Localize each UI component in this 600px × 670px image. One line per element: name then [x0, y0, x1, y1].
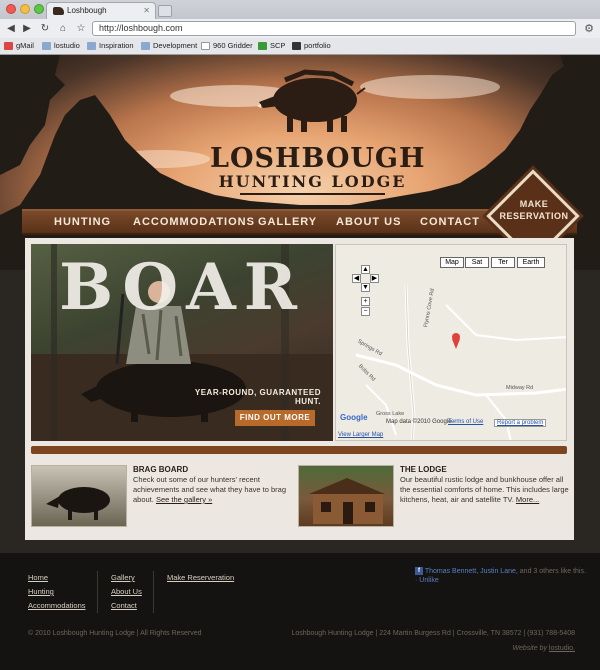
folder-icon — [141, 41, 150, 50]
zoom-in-icon[interactable]: + — [361, 297, 370, 306]
nav-contact[interactable]: CONTACT — [420, 216, 480, 228]
bookmark-star-icon[interactable]: ☆ — [74, 22, 88, 35]
scp-icon — [258, 41, 267, 50]
map-terms-link[interactable]: Terms of Use — [448, 419, 483, 425]
gmail-icon — [4, 41, 13, 50]
address: Loshbough Hunting Lodge | 224 Martin Bur… — [291, 630, 575, 637]
reserve-line1: MAKE — [519, 199, 549, 209]
brag-board-text: Check out some of our hunters' recent ac… — [133, 475, 287, 504]
facebook-like-box: f Thomas Bennett, Justin Lane, and 3 oth… — [415, 567, 590, 585]
tab-strip: Loshbough ✕ — [0, 0, 600, 19]
brag-board-title: BRAG BOARD — [133, 465, 189, 474]
bookmark-960-gridder[interactable]: 960 Gridder — [201, 41, 253, 50]
footer-link-accommodations[interactable]: Accommodations — [28, 601, 86, 610]
nav-gallery[interactable]: GALLERY — [258, 216, 317, 228]
see-gallery-link[interactable]: See the gallery » — [156, 495, 212, 504]
footer-link-contact[interactable]: Contact — [111, 601, 137, 610]
brag-board-photo[interactable] — [31, 465, 127, 527]
minimize-window-button[interactable] — [20, 4, 30, 14]
bookmark-inspiration[interactable]: Inspiration — [87, 41, 134, 50]
toolbar: ◀ ▶ ↻ ⌂ ☆ http://loshbough.com ⚙ — [0, 19, 600, 38]
hero-tagline: YEAR-ROUND, GUARANTEED HUNT. — [194, 388, 321, 406]
fb-friend-names[interactable]: Thomas Bennett, Justin Lane, — [425, 568, 518, 575]
footer-link-make-reservation[interactable]: Make Reserveration — [167, 573, 234, 582]
pan-right-icon[interactable]: ▶ — [370, 274, 379, 283]
reload-icon[interactable]: ↻ — [38, 22, 52, 35]
lodge-title: THE LODGE — [400, 465, 447, 474]
close-tab-icon[interactable]: ✕ — [143, 6, 150, 15]
hero-banner: BOAR YEAR-ROUND, GUARANTEED HUNT. FIND O… — [31, 244, 333, 441]
fb-unlike-link[interactable]: Unlike — [419, 577, 438, 584]
pan-up-icon[interactable]: ▲ — [361, 265, 370, 274]
google-logo: Google — [340, 413, 368, 422]
map-type-map[interactable]: Map — [440, 257, 464, 268]
pan-down-icon[interactable]: ▼ — [361, 283, 370, 292]
boar-favicon-icon — [53, 7, 64, 15]
map-type-earth[interactable]: Earth — [517, 257, 545, 268]
bookmark-gmail[interactable]: gMail — [4, 41, 34, 50]
bookmark-development[interactable]: Development — [141, 41, 197, 50]
browser-chrome: Loshbough ✕ ◀ ▶ ↻ ⌂ ☆ http://loshbough.c… — [0, 0, 600, 55]
website: LOSHBOUGH HUNTING LODGE HUNTING ACCOMMOD… — [0, 55, 600, 670]
bookmarks-bar: gMail lostudio Inspiration Development 9… — [0, 38, 600, 54]
address-bar[interactable]: http://loshbough.com — [92, 21, 576, 36]
map-credit: Map data ©2010 Google - — [386, 419, 456, 425]
lodge-photo[interactable] — [298, 465, 394, 527]
content-panel: BOAR YEAR-ROUND, GUARANTEED HUNT. FIND O… — [25, 238, 574, 540]
reserve-line2: RESERVATION — [499, 211, 569, 221]
folder-icon — [42, 41, 51, 50]
hero-word: BOAR — [59, 250, 305, 325]
bookmark-portfolio[interactable]: portfolio — [292, 41, 331, 50]
section-divider — [31, 446, 567, 454]
boar-logo-icon — [257, 69, 366, 132]
new-tab-button[interactable] — [158, 5, 172, 17]
lodge-text: Our beautiful rustic lodge and bunkhouse… — [400, 475, 569, 504]
bookmark-lostudio[interactable]: lostudio — [42, 41, 80, 50]
forward-arrow-icon[interactable]: ▶ — [20, 22, 34, 35]
page-icon — [201, 41, 210, 50]
view-larger-map-link[interactable]: View Larger Map — [338, 432, 383, 438]
nav-hunting[interactable]: HUNTING — [54, 216, 111, 228]
make-reservation-button[interactable]: MAKE RESERVATION — [494, 198, 574, 222]
footer-separator — [97, 571, 98, 613]
boar-photo — [46, 487, 110, 520]
find-out-more-button[interactable]: FIND OUT MORE — [235, 410, 315, 426]
map-type-sat[interactable]: Sat — [465, 257, 489, 268]
wrench-menu-icon[interactable]: ⚙ — [584, 22, 594, 35]
logo-divider — [240, 193, 385, 195]
website-credit: Website by lostudio. — [512, 645, 575, 652]
nav-about-us[interactable]: ABOUT US — [336, 216, 401, 228]
zoom-window-button[interactable] — [34, 4, 44, 14]
road-label: Midway Rd — [506, 385, 534, 391]
report-problem-link[interactable]: Report a problem — [494, 419, 547, 427]
bookmark-scp[interactable]: SCP — [258, 41, 285, 50]
logo-subtitle: HUNTING LODGE — [218, 172, 407, 191]
footer-link-home[interactable]: Home — [28, 573, 48, 582]
pan-left-icon[interactable]: ◀ — [352, 274, 361, 283]
footer-link-hunting[interactable]: Hunting — [28, 587, 54, 596]
zoom-out-icon[interactable]: − — [361, 307, 370, 316]
copyright: © 2010 Loshbough Hunting Lodge | All Rig… — [28, 630, 202, 637]
back-arrow-icon[interactable]: ◀ — [4, 22, 18, 35]
footer-link-gallery[interactable]: Gallery — [111, 573, 135, 582]
nav-accommodations[interactable]: ACCOMMODATIONS — [133, 216, 255, 228]
lodge-building-image — [309, 478, 385, 524]
tab-title: Loshbough — [67, 6, 107, 15]
close-window-button[interactable] — [6, 4, 16, 14]
portfolio-icon — [292, 41, 301, 50]
lostudio-link[interactable]: lostudio. — [549, 645, 575, 652]
road-label: Gross Lake — [376, 411, 405, 417]
url-text: http://loshbough.com — [99, 23, 183, 33]
site-footer: Home Hunting Accommodations Gallery Abou… — [0, 553, 600, 670]
footer-link-about-us[interactable]: About Us — [111, 587, 142, 596]
browser-tab[interactable]: Loshbough ✕ — [46, 2, 156, 19]
logo-name: LOSHBOUGH — [210, 143, 426, 174]
home-icon[interactable]: ⌂ — [56, 22, 70, 35]
facebook-icon: f — [415, 567, 423, 576]
google-map[interactable]: Map Sat Ter Earth ▲ ◀ ▶ ▼ + − Flynns Cov… — [335, 244, 567, 441]
footer-separator — [153, 571, 154, 613]
folder-icon — [87, 41, 96, 50]
lodge-more-link[interactable]: More... — [516, 495, 539, 504]
map-type-ter[interactable]: Ter — [491, 257, 515, 268]
